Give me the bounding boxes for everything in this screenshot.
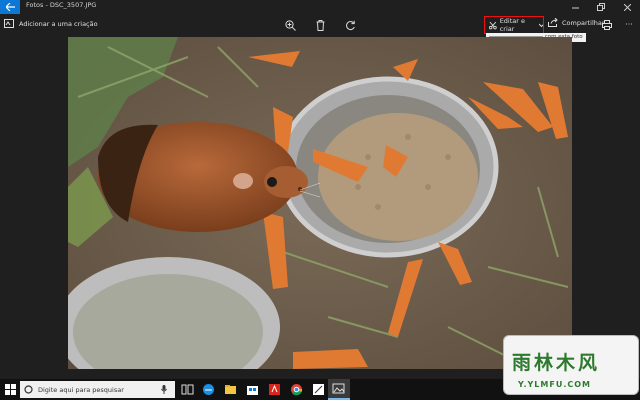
trash-icon [316,19,324,31]
minimize-button[interactable] [562,0,588,14]
search-placeholder: Digite aqui para pesquisar [38,385,124,394]
zoom-button[interactable] [283,18,297,32]
watermark-url-text: Y.YLMFU.COM [518,380,591,389]
delete-button[interactable] [313,18,327,32]
watermark-chinese-text: 雨林木风 [512,352,601,374]
share-label: Compartilhar [562,18,605,27]
back-arrow-icon [5,3,15,11]
zoom-in-icon [284,19,296,31]
task-view-icon[interactable] [181,383,194,396]
title-bar: Fotos - DSC_3507.JPG [0,0,640,14]
restore-icon [597,3,605,11]
close-button[interactable] [614,0,640,14]
add-creation-icon [4,19,14,28]
microphone-icon[interactable] [161,385,167,394]
share-icon [548,18,558,27]
share-button[interactable]: Compartilhar [548,18,605,27]
rotate-icon [345,20,355,30]
sticky-notes-icon[interactable] [312,383,325,396]
printer-icon [602,20,612,30]
close-icon [623,3,631,11]
store-icon[interactable] [246,383,259,396]
search-circle-icon [24,385,33,394]
guinea-pig-photo [68,37,572,369]
minimize-icon [571,7,579,8]
more-button[interactable]: ··· [622,18,636,32]
more-icon: ··· [625,20,633,29]
scissors-icon [489,21,497,29]
photos-app-taskbar-button[interactable] [328,379,350,400]
add-creation-label: Adicionar a uma criação [19,19,98,28]
window-title: Fotos - DSC_3507.JPG [26,1,97,9]
edge-icon[interactable] [202,383,215,396]
back-button[interactable] [0,0,20,14]
print-button[interactable] [600,18,614,32]
site-watermark: 雨林木风 Y.YLMFU.COM [503,335,639,395]
maximize-button[interactable] [588,0,614,14]
taskbar-search[interactable]: Digite aqui para pesquisar [20,381,175,398]
edit-create-label: Editar e criar [499,17,526,33]
windows-start-icon[interactable] [5,384,16,395]
chrome-icon[interactable] [290,383,303,396]
rotate-button[interactable] [343,18,357,32]
photos-icon [332,383,345,394]
photo-viewer[interactable] [68,37,572,369]
chevron-down-icon [538,23,543,27]
add-creation-button[interactable]: Adicionar a uma criação [4,19,98,28]
file-explorer-icon[interactable] [224,383,237,396]
acrobat-icon[interactable] [268,383,281,396]
edit-create-button[interactable]: Editar e criar [484,16,544,34]
